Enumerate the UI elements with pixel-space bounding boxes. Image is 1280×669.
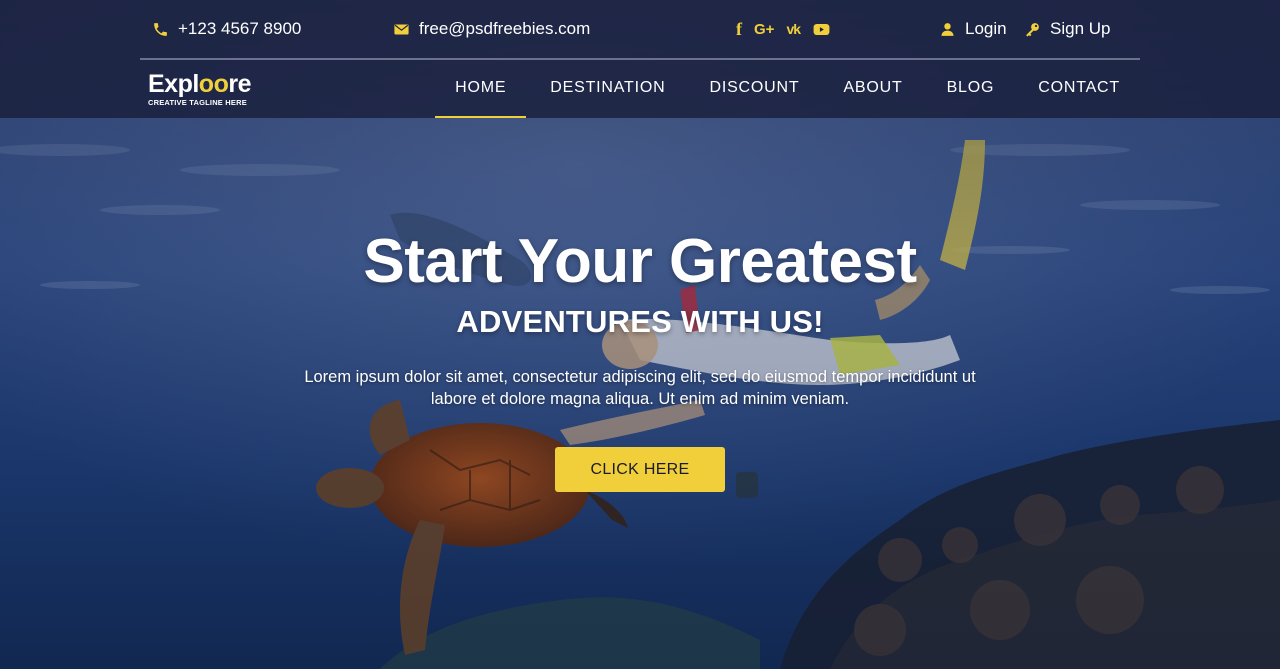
- signup-link[interactable]: Sign Up: [1022, 17, 1110, 41]
- login-label: Login: [965, 19, 1007, 38]
- site-header: +123 4567 8900 free@psdfreebies.com f G+…: [0, 0, 1280, 118]
- youtube-icon[interactable]: [812, 19, 831, 39]
- nav-destination[interactable]: DESTINATION: [530, 60, 685, 118]
- social-links: f G+ vk: [736, 17, 831, 41]
- phone-icon: [150, 19, 170, 39]
- hero-description: Lorem ipsum dolor sit amet, consectetur …: [304, 368, 976, 408]
- nav-contact[interactable]: CONTACT: [1018, 60, 1140, 118]
- hero-subtitle: ADVENTURES WITH US!: [456, 304, 824, 339]
- signup-label: Sign Up: [1050, 19, 1111, 38]
- facebook-icon[interactable]: f: [736, 19, 742, 39]
- key-icon: [1022, 19, 1042, 39]
- email-contact[interactable]: free@psdfreebies.com: [391, 17, 590, 41]
- phone-number: +123 4567 8900: [178, 19, 302, 38]
- logo-tagline: CREATIVE TAGLINE HERE: [148, 98, 247, 107]
- nav-home[interactable]: HOME: [435, 60, 527, 118]
- phone-contact[interactable]: +123 4567 8900: [150, 17, 301, 41]
- nav-blog[interactable]: BLOG: [927, 60, 1015, 118]
- email-address: free@psdfreebies.com: [419, 19, 591, 38]
- login-link[interactable]: Login: [937, 17, 1007, 41]
- main-nav-row: Exploore CREATIVE TAGLINE HERE HOME DEST…: [140, 60, 1140, 118]
- hero-title: Start Your Greatest: [363, 227, 917, 296]
- user-icon: [937, 19, 957, 39]
- site-logo[interactable]: Exploore CREATIVE TAGLINE HERE: [148, 70, 251, 107]
- envelope-icon: [391, 19, 411, 39]
- logo-wordmark: Exploore: [148, 70, 251, 98]
- nav-discount[interactable]: DISCOUNT: [689, 60, 819, 118]
- vk-icon[interactable]: vk: [786, 19, 801, 39]
- cta-button[interactable]: CLICK HERE: [555, 447, 725, 492]
- main-nav: HOME DESTINATION DISCOUNT ABOUT BLOG CON…: [431, 60, 1140, 118]
- top-bar: +123 4567 8900 free@psdfreebies.com f G+…: [140, 0, 1140, 60]
- nav-about[interactable]: ABOUT: [823, 60, 922, 118]
- google-plus-icon[interactable]: G+: [754, 19, 774, 39]
